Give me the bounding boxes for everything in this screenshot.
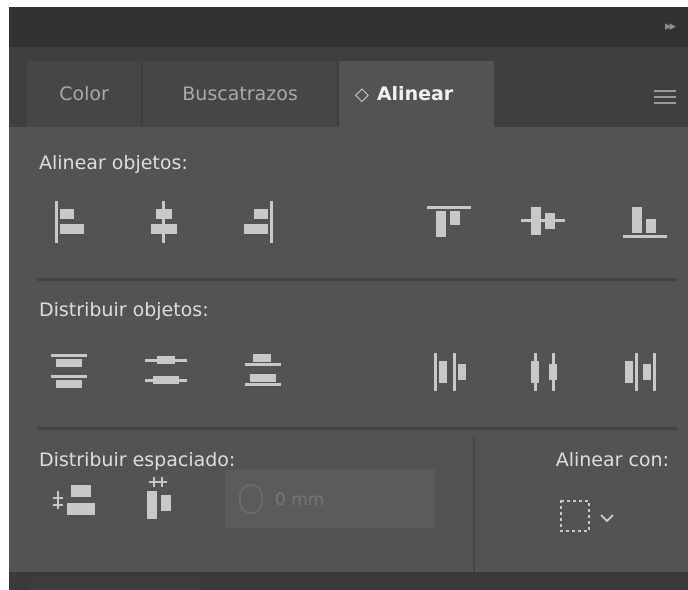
distribute-spacing-title: Distribuir espaciado: (39, 449, 236, 471)
distribute-bottom-icon[interactable] (243, 350, 283, 396)
spacing-value-stepper[interactable] (225, 470, 435, 528)
distribute-top-icon[interactable] (49, 350, 89, 396)
align-bottom-icon[interactable] (621, 201, 667, 243)
collapse-panel-icon[interactable]: ▸▸ (665, 20, 676, 33)
align-left-icon[interactable] (53, 201, 87, 243)
tab-buscatrazos[interactable]: Buscatrazos (143, 61, 337, 127)
section-divider (37, 278, 677, 281)
align-to-selection-icon[interactable] (557, 497, 621, 539)
section-divider (37, 427, 677, 430)
distribute-right-icon[interactable] (621, 349, 663, 395)
tab-color[interactable]: Color (27, 61, 141, 127)
align-right-icon[interactable] (241, 201, 275, 243)
align-panel: ▸▸ Color Buscatrazos ◇ Alinear Alinear ob… (9, 7, 688, 590)
bottom-panel-tab[interactable] (27, 577, 199, 590)
vertical-divider (473, 437, 475, 577)
tab-color-label: Color (59, 83, 109, 105)
align-objects-title: Alinear objetos: (39, 152, 188, 174)
horizontal-distribute-space-icon[interactable] (141, 473, 191, 523)
tab-buscatrazos-label: Buscatrazos (182, 83, 298, 105)
align-to-title: Alinear con: (555, 449, 669, 471)
stepper-arrows-icon[interactable] (239, 484, 263, 514)
panel-content: Alinear objetos: Distribuir objetos: Dis… (27, 127, 688, 590)
hamburger-menu-icon[interactable] (654, 90, 676, 108)
distribute-objects-title: Distribuir objetos: (39, 299, 209, 321)
distribute-horizontal-center-icon[interactable] (525, 349, 565, 395)
align-vertical-center-icon[interactable] (521, 201, 565, 243)
align-top-icon[interactable] (427, 201, 471, 243)
tab-expand-arrows-icon: ◇ (355, 84, 369, 105)
distribute-vertical-center-icon[interactable] (145, 350, 187, 396)
align-horizontal-center-icon[interactable] (147, 201, 181, 243)
tab-alinear-label: Alinear (376, 83, 454, 105)
panel-title-bar[interactable]: ▸▸ (9, 7, 688, 47)
panel-tab-bar: Color Buscatrazos ◇ Alinear (9, 47, 688, 127)
distribute-left-icon[interactable] (431, 349, 471, 395)
vertical-distribute-space-icon[interactable] (49, 477, 99, 523)
spacing-value-input[interactable] (273, 484, 427, 516)
tab-alinear[interactable]: ◇ Alinear (339, 61, 494, 127)
